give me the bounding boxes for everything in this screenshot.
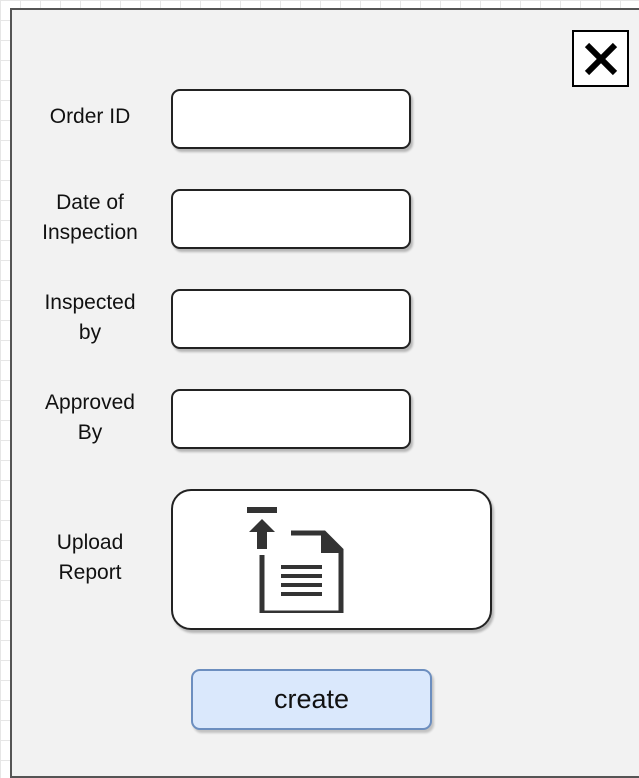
create-button[interactable]: create — [191, 669, 432, 730]
inspected-by-input[interactable] — [171, 289, 411, 349]
inspected-by-label: Inspected by — [44, 291, 136, 344]
approved-by-input[interactable] — [171, 389, 411, 449]
close-icon — [584, 42, 617, 75]
order-id-input[interactable] — [171, 89, 411, 149]
date-of-inspection-label: Date of Inspection — [42, 191, 138, 244]
close-button[interactable] — [572, 30, 629, 87]
upload-file-icon — [247, 507, 344, 613]
order-id-label: Order ID — [49, 105, 131, 128]
upload-report-button[interactable] — [171, 489, 492, 630]
upload-report-label: Upload Report — [56, 531, 124, 584]
approved-by-label: Approved By — [45, 391, 135, 444]
date-of-inspection-input[interactable] — [171, 189, 411, 249]
